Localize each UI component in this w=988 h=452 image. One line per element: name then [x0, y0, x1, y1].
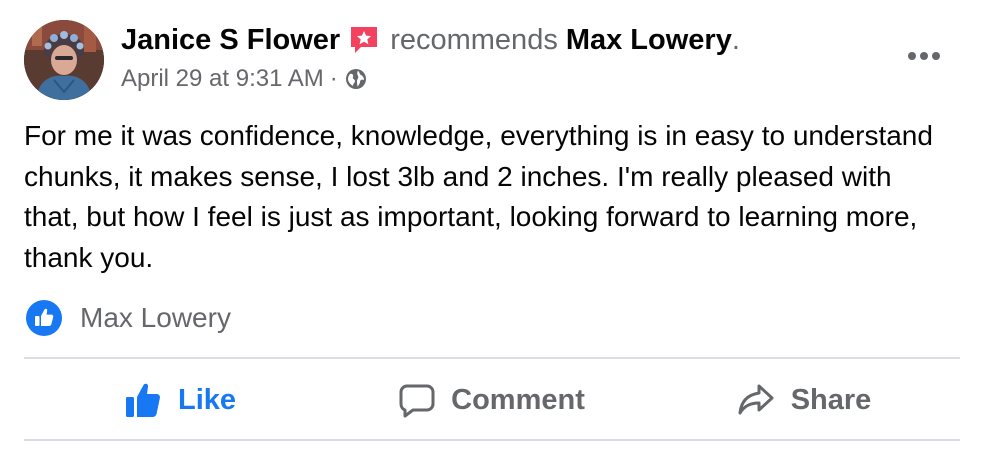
share-button[interactable]: Share — [648, 362, 960, 438]
reaction-summary[interactable]: Max Lowery — [26, 300, 231, 336]
meta-separator: · — [329, 65, 338, 92]
like-button[interactable]: Like — [24, 362, 336, 438]
avatar[interactable] — [24, 20, 104, 100]
more-options-icon — [908, 52, 940, 60]
divider-bottom — [24, 439, 960, 441]
header-period: . — [731, 24, 740, 56]
post-body-text: For me it was confidence, knowledge, eve… — [24, 120, 933, 273]
divider-top — [24, 357, 960, 359]
share-button-label: Share — [790, 383, 872, 416]
thumbs-up-icon — [125, 383, 160, 417]
post-header-line: Janice S Flower recommends Max Lowery . — [121, 22, 740, 58]
more-options-button[interactable] — [900, 40, 948, 72]
recommended-page-name[interactable]: Max Lowery — [566, 22, 732, 58]
globe-icon[interactable] — [344, 67, 368, 91]
recommendation-star-icon — [348, 23, 380, 55]
post-meta: April 29 at 9:31 AM · — [121, 62, 368, 96]
comment-button-label: Comment — [451, 383, 585, 416]
like-reaction-icon — [26, 300, 62, 336]
like-button-label: Like — [177, 383, 237, 416]
comment-button[interactable]: Comment — [336, 362, 648, 438]
action-bar: Like Comment Share — [24, 362, 960, 438]
recommends-text: recommends — [390, 24, 558, 56]
post-timestamp[interactable]: April 29 at 9:31 AM — [121, 65, 324, 93]
author-name[interactable]: Janice S Flower — [121, 22, 340, 58]
comment-icon — [399, 384, 435, 418]
reaction-names: Max Lowery — [80, 302, 231, 333]
share-icon — [738, 384, 774, 415]
